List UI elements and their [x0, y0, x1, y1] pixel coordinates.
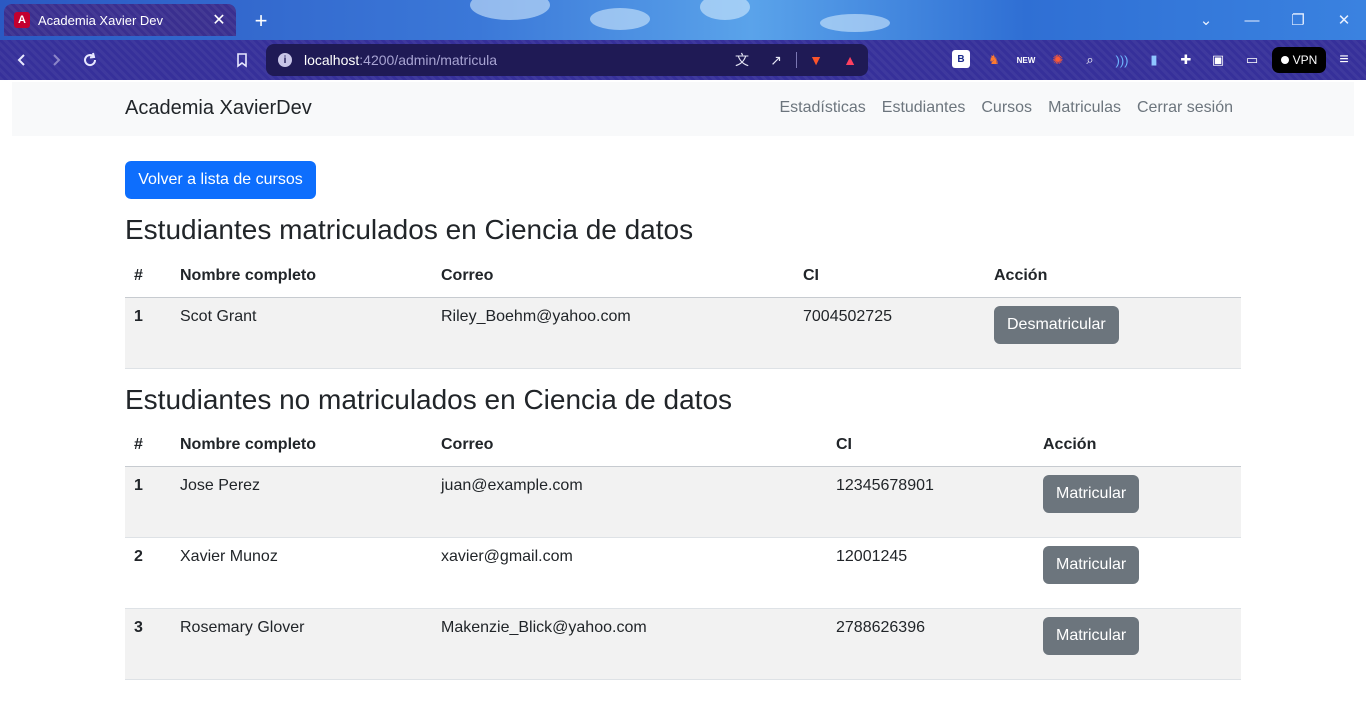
site-info-icon[interactable]: i: [278, 53, 292, 67]
row-number: 2: [125, 537, 171, 609]
column-header-action: Acción: [985, 256, 1241, 298]
sidebar-icon[interactable]: ▣: [1208, 50, 1228, 70]
student-email: juan@example.com: [432, 466, 827, 538]
unenroll-button[interactable]: Desmatricular: [994, 305, 1119, 344]
extension-search-icon[interactable]: ⌕: [1080, 50, 1100, 70]
action-cell: Matricular: [1034, 466, 1241, 538]
extension-openai-icon[interactable]: ✺: [1048, 50, 1068, 70]
close-tab-icon[interactable]: ✕: [210, 11, 228, 29]
student-ci: 12001245: [827, 537, 1034, 609]
table-row: 1 Scot Grant Riley_Boehm@yahoo.com 70045…: [125, 297, 1241, 369]
student-name: Xavier Munoz: [171, 537, 432, 609]
browser-tabstrip: A Academia Xavier Dev ✕ + ⌄ — ❐ ✕: [0, 0, 1366, 40]
background-decoration: [700, 0, 750, 20]
student-name: Scot Grant: [171, 297, 432, 369]
column-header-ci: CI: [827, 425, 1034, 467]
background-decoration: [820, 14, 890, 32]
navbar-brand[interactable]: Academia XavierDev: [125, 97, 312, 120]
extension-book-icon[interactable]: ▮: [1144, 50, 1164, 70]
student-ci: 12345678901: [827, 466, 1034, 538]
back-to-courses-button[interactable]: Volver a lista de cursos: [125, 161, 316, 199]
nav-link-estadisticas[interactable]: Estadísticas: [780, 99, 866, 117]
extension-new-icon[interactable]: NEW: [1016, 50, 1036, 70]
enroll-button[interactable]: Matricular: [1043, 474, 1140, 513]
column-header-email: Correo: [432, 425, 827, 467]
restore-icon[interactable]: ❐: [1284, 8, 1312, 32]
student-name: Jose Perez: [171, 466, 432, 538]
extension-b-icon[interactable]: B: [952, 50, 970, 68]
extensions-puzzle-icon[interactable]: ✚: [1176, 50, 1196, 70]
back-icon[interactable]: [10, 48, 34, 72]
column-header-ci: CI: [794, 256, 985, 298]
wallet-icon[interactable]: ▭: [1242, 50, 1262, 70]
action-cell: Desmatricular: [985, 297, 1241, 369]
table-row: 3 Rosemary Glover Makenzie_Blick@yahoo.c…: [125, 608, 1241, 680]
brave-shields-icon[interactable]: ▼: [806, 50, 826, 70]
nav-link-matriculas[interactable]: Matriculas: [1048, 99, 1121, 117]
close-window-icon[interactable]: ✕: [1330, 8, 1358, 32]
vpn-button[interactable]: VPN: [1272, 47, 1326, 73]
enrolled-section-title: Estudiantes matriculados en Ciencia de d…: [125, 214, 694, 245]
angular-favicon-icon: A: [14, 12, 30, 28]
address-bar[interactable]: i localhost:4200/admin/matricula 文 ↗ ▼ ▲: [266, 44, 868, 76]
enroll-button[interactable]: Matricular: [1043, 616, 1140, 655]
not-enrolled-section-title: Estudiantes no matriculados en Ciencia d…: [125, 384, 733, 415]
column-header-action: Acción: [1034, 425, 1241, 467]
new-tab-icon[interactable]: +: [248, 8, 274, 34]
action-cell: Matricular: [1034, 537, 1241, 609]
row-number: 3: [125, 608, 171, 680]
menu-icon[interactable]: ≡: [1334, 50, 1354, 70]
student-email: xavier@gmail.com: [432, 537, 827, 609]
enrolled-students-table: # Nombre completo Correo CI Acción 1 Sco…: [125, 256, 1241, 369]
brave-rewards-icon[interactable]: ▲: [840, 50, 860, 70]
enroll-button[interactable]: Matricular: [1043, 545, 1140, 584]
table-header-row: # Nombre completo Correo CI Acción: [125, 425, 1241, 467]
table-row: 2 Xavier Munoz xavier@gmail.com 12001245…: [125, 537, 1241, 609]
url-host: localhost: [304, 52, 360, 68]
column-header-number: #: [125, 256, 171, 298]
browser-tab[interactable]: A Academia Xavier Dev ✕: [4, 4, 236, 36]
student-ci: 2788626396: [827, 608, 1034, 680]
table-row: 1 Jose Perez juan@example.com 1234567890…: [125, 466, 1241, 538]
student-ci: 7004502725: [794, 297, 985, 369]
row-number: 1: [125, 466, 171, 538]
student-email: Makenzie_Blick@yahoo.com: [432, 608, 827, 680]
row-number: 1: [125, 297, 171, 369]
nav-link-cursos[interactable]: Cursos: [981, 99, 1032, 117]
student-name: Rosemary Glover: [171, 608, 432, 680]
tab-search-chevron-icon[interactable]: ⌄: [1192, 8, 1220, 32]
vpn-status-icon: [1280, 56, 1289, 64]
nav-link-cerrar-sesion[interactable]: Cerrar sesión: [1137, 99, 1233, 117]
divider: [796, 52, 797, 68]
extension-fox-icon[interactable]: ♞: [984, 50, 1004, 70]
background-decoration: [590, 8, 650, 30]
column-header-email: Correo: [432, 256, 794, 298]
student-email: Riley_Boehm@yahoo.com: [432, 297, 794, 369]
extension-waves-icon[interactable]: ))): [1112, 50, 1132, 70]
nav-links: Estadísticas Estudiantes Cursos Matricul…: [780, 99, 1234, 117]
table-header-row: # Nombre completo Correo CI Acción: [125, 256, 1241, 298]
reload-icon[interactable]: [78, 48, 102, 72]
page-viewport: Academia XavierDev Estadísticas Estudian…: [0, 80, 1366, 721]
navbar: Academia XavierDev Estadísticas Estudian…: [12, 82, 1354, 136]
share-icon[interactable]: ↗: [766, 50, 786, 70]
column-header-name: Nombre completo: [171, 256, 432, 298]
url-path: :4200/admin/matricula: [359, 52, 498, 68]
vpn-label: VPN: [1292, 53, 1318, 67]
action-cell: Matricular: [1034, 608, 1241, 680]
tab-title: Academia Xavier Dev: [38, 12, 163, 28]
translate-icon[interactable]: 文: [732, 50, 752, 70]
bookmark-icon[interactable]: [230, 48, 254, 72]
browser-toolbar: i localhost:4200/admin/matricula 文 ↗ ▼ ▲…: [0, 40, 1366, 80]
minimize-icon[interactable]: —: [1238, 8, 1266, 32]
column-header-number: #: [125, 425, 171, 467]
column-header-name: Nombre completo: [171, 425, 432, 467]
forward-icon[interactable]: [44, 48, 68, 72]
nav-link-estudiantes[interactable]: Estudiantes: [882, 99, 966, 117]
not-enrolled-students-table: # Nombre completo Correo CI Acción 1 Jos…: [125, 425, 1241, 680]
background-decoration: [470, 0, 550, 20]
